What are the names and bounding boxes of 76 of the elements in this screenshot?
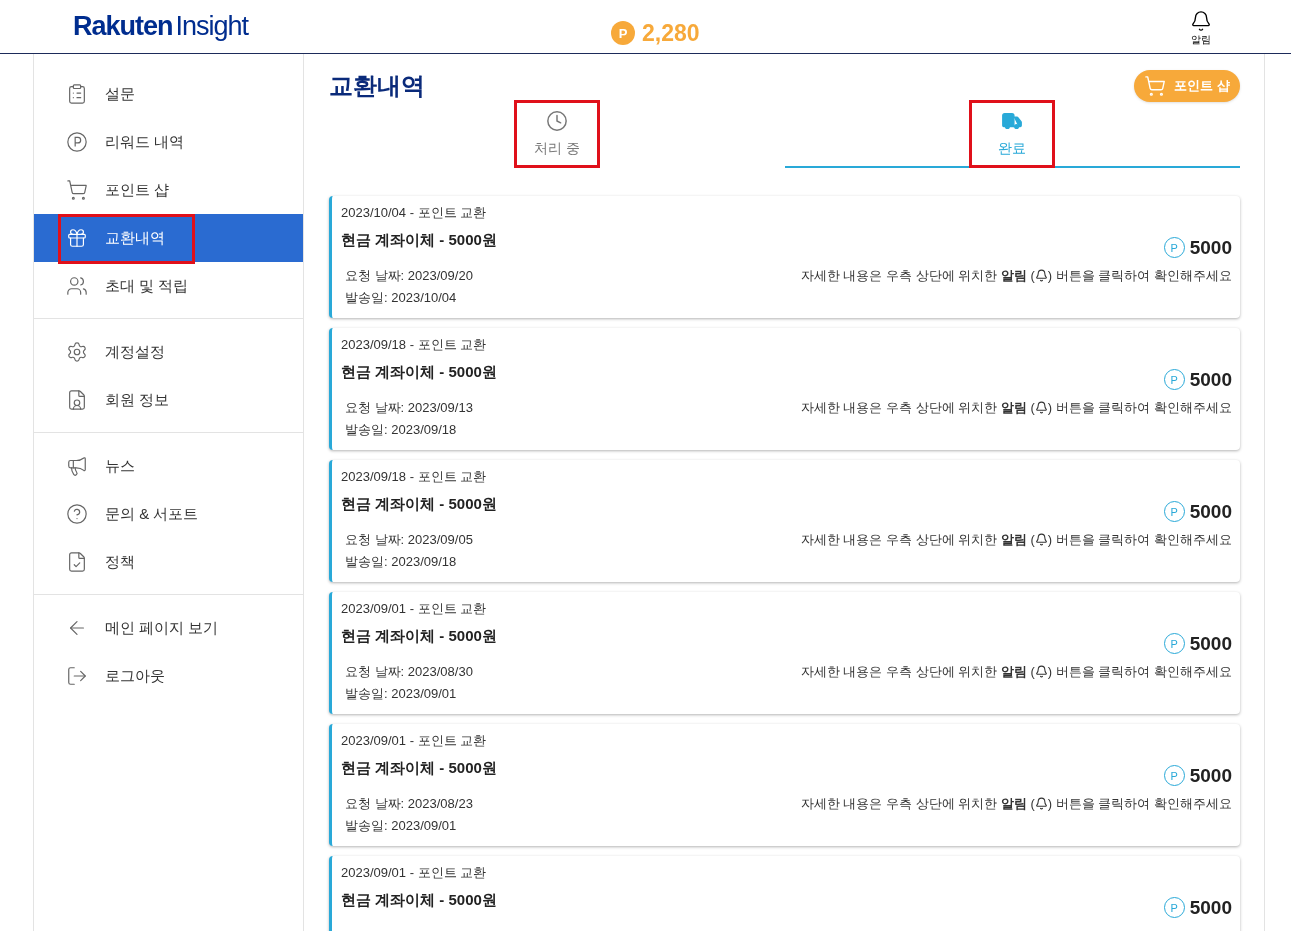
- document-check-icon: [66, 551, 88, 573]
- request-date: 요청 날짜: 2023/09/05: [345, 531, 473, 549]
- points-icon: [66, 131, 88, 153]
- tab[interactable]: 처리 중: [513, 100, 600, 168]
- sidebar-item[interactable]: 포인트 샵: [34, 166, 303, 214]
- record-points: 5000: [1189, 499, 1232, 524]
- record-points: 5000: [1189, 631, 1232, 656]
- sidebar-item[interactable]: 메인 페이지 보기: [34, 604, 303, 652]
- record-date: 2023/09/01 - 포인트 교환: [341, 600, 488, 618]
- note-text: 자세한 내용은 우측 상단에 위치한 알림 (: [800, 531, 1035, 549]
- sent-date: 발송일: 2023/09/18: [345, 552, 458, 571]
- note-text: 자세한 내용은 우측 상단에 위치한 알림 (: [800, 663, 1035, 681]
- record-points: 5000: [1189, 235, 1232, 260]
- record-points: 5000: [1189, 895, 1232, 920]
- record-points: 5000: [1189, 763, 1232, 788]
- clipboard-icon: [66, 83, 88, 105]
- bell-icon: [1034, 269, 1048, 283]
- record-date: 2023/09/01 - 포인트 교환: [341, 732, 488, 750]
- record-title: 현금 계좌이체 - 5000원: [341, 625, 497, 646]
- sidebar-item[interactable]: 문의 & 서포트: [34, 490, 303, 538]
- logo-brand: Rakuten: [73, 13, 173, 40]
- record-date: 2023/10/04 - 포인트 교환: [341, 204, 488, 222]
- request-date: 요청 날짜: 2023/08/30: [345, 663, 473, 681]
- sidebar-item[interactable]: 뉴스: [34, 442, 303, 490]
- record-title: 현금 계좌이체 - 5000원: [341, 757, 497, 778]
- sidebar-item[interactable]: 설문: [34, 70, 303, 118]
- cart-icon: [1144, 75, 1167, 97]
- sent-date: 발송일: 2023/09/18: [345, 420, 458, 439]
- record-date: 2023/09/18 - 포인트 교환: [341, 336, 488, 354]
- points-badge: P: [611, 21, 635, 46]
- record-points: 5000: [1189, 367, 1232, 392]
- note-text: ) 버튼을 클릭하여 확인해주세요: [1047, 663, 1232, 681]
- record-date: 2023/09/01 - 포인트 교환: [341, 864, 488, 882]
- note-text: 자세한 내용은 우측 상단에 위치한 알림 (: [800, 795, 1035, 813]
- sent-date: 발송일: 2023/09/01: [345, 816, 458, 835]
- bell-icon: [1034, 665, 1048, 679]
- people-icon: [66, 275, 88, 297]
- logout-icon: [66, 665, 88, 687]
- bell-icon: [1034, 533, 1048, 547]
- sidebar-item[interactable]: 회원 정보: [34, 376, 303, 424]
- clock-icon: [545, 109, 568, 132]
- points-balance: 2,280: [642, 19, 700, 48]
- sent-date: 발송일: 2023/09/01: [345, 684, 458, 703]
- sent-date: 발송일: 2023/10/04: [345, 288, 458, 307]
- settings-icon: [66, 341, 88, 363]
- megaphone-icon: [66, 455, 88, 477]
- gift-icon: [66, 227, 88, 249]
- sidebar-item[interactable]: 정책: [34, 538, 303, 586]
- note-text: ) 버튼을 클릭하여 확인해주세요: [1047, 399, 1232, 417]
- help-icon: [66, 503, 88, 525]
- profile-document-icon: [66, 389, 88, 411]
- request-date: 요청 날짜: 2023/08/23: [345, 795, 473, 813]
- bell-icon: [1034, 797, 1048, 811]
- sidebar-item[interactable]: 초대 및 적립: [34, 262, 303, 310]
- record-date: 2023/09/18 - 포인트 교환: [341, 468, 488, 486]
- bell-icon: [1190, 10, 1212, 32]
- record-title: 현금 계좌이체 - 5000원: [341, 889, 497, 910]
- record-title: 현금 계좌이체 - 5000원: [341, 229, 497, 250]
- note-text: 자세한 내용은 우측 상단에 위치한 알림 (: [800, 267, 1035, 285]
- sidebar-item[interactable]: 로그아웃: [34, 652, 303, 700]
- sidebar-item[interactable]: 계정설정: [34, 328, 303, 376]
- note-text: ) 버튼을 클릭하여 확인해주세요: [1047, 795, 1232, 813]
- note-text: ) 버튼을 클릭하여 확인해주세요: [1047, 531, 1232, 549]
- logo-product: Insight: [175, 13, 249, 40]
- record-title: 현금 계좌이체 - 5000원: [341, 493, 497, 514]
- page-title: 교환내역: [329, 71, 425, 101]
- note-text: ) 버튼을 클릭하여 확인해주세요: [1047, 267, 1232, 285]
- notification-button[interactable]: 알림: [1190, 10, 1212, 47]
- bell-icon: [1034, 401, 1048, 415]
- cart-icon: [66, 179, 88, 201]
- note-text: 자세한 내용은 우측 상단에 위치한 알림 (: [800, 399, 1035, 417]
- request-date: 요청 날짜: 2023/09/13: [345, 399, 473, 417]
- sidebar-item[interactable]: 교환내역: [34, 214, 303, 262]
- record-title: 현금 계좌이체 - 5000원: [341, 361, 497, 382]
- sidebar-item[interactable]: 리워드 내역: [34, 118, 303, 166]
- request-date: 요청 날짜: 2023/09/20: [345, 267, 473, 285]
